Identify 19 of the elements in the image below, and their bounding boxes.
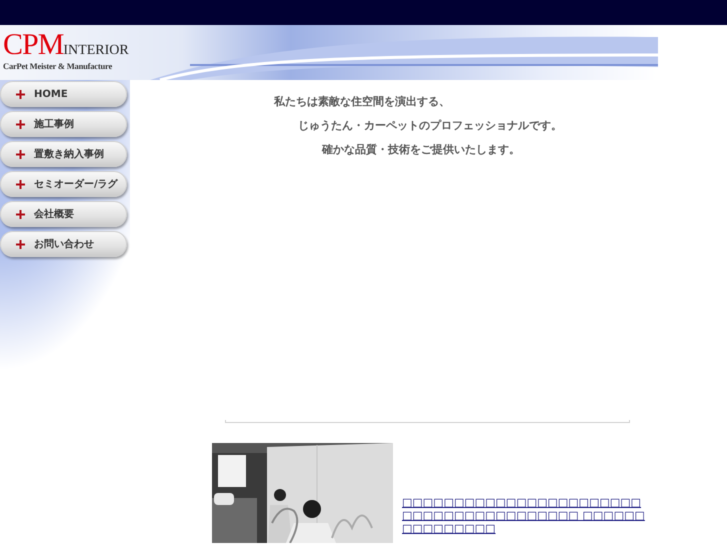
intro-line: 確かな品質・技術をご提供いたします。 (322, 142, 521, 158)
intro-line: 私たちは素敵な住空間を演出する、 (274, 94, 451, 110)
nav-button[interactable]: 置敷き納入事例 (0, 141, 127, 167)
plus-icon (16, 180, 25, 188)
nav-button[interactable]: 施工事例 (0, 111, 127, 137)
plus-icon (16, 210, 25, 218)
nav-button[interactable]: お問い合わせ (0, 231, 127, 257)
plus-icon (16, 90, 25, 98)
logo-mark: CPM (3, 31, 64, 59)
logo-word: INTERIOR (63, 43, 129, 59)
news-link[interactable]: □□□□□□□□□□□□□□□□□□□□□□□□□□□□□□□□□□□□□□□□ □□□□□□□□□□□□□□□ (402, 496, 647, 543)
plus-icon (16, 150, 25, 158)
plus-icon (16, 240, 25, 248)
logo-tagline: CarPet Meister & Manufacture (3, 61, 114, 71)
plus-icon (16, 120, 25, 128)
nav-button[interactable]: 会社概要 (0, 201, 127, 227)
nav-button[interactable]: HOME (0, 81, 127, 107)
nav-button[interactable]: セミオーダー/ラグ (0, 171, 127, 197)
intro-line: じゅうたん・カーペットのプロフェッショナルです。 (298, 118, 563, 134)
